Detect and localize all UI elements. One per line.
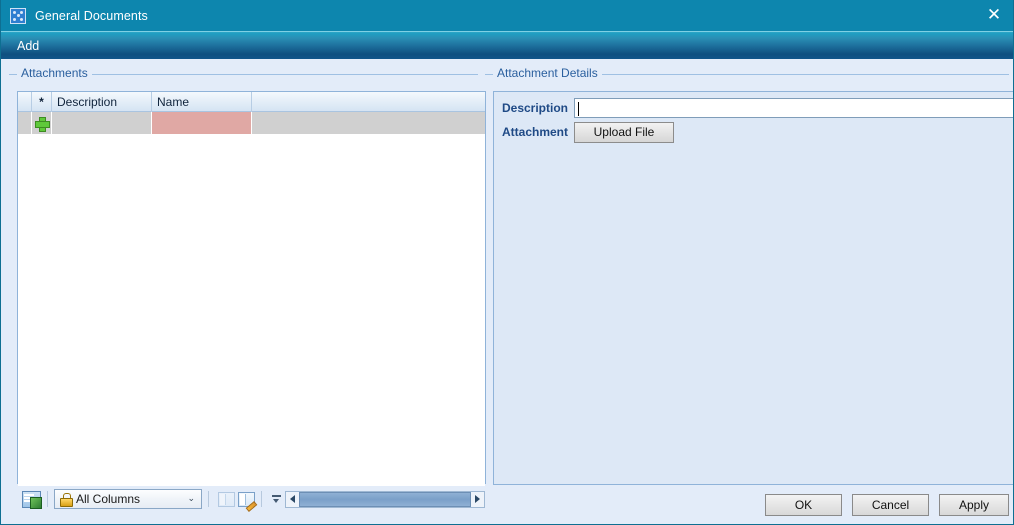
attachment-label: Attachment (501, 125, 568, 139)
description-label: Description (501, 101, 568, 115)
table-row[interactable] (18, 112, 485, 134)
apply-button[interactable]: Apply (939, 494, 1009, 516)
description-field-row: Description (499, 98, 1013, 118)
add-row-cell[interactable] (32, 112, 52, 134)
attachment-details-group: Attachment Details Description Attachmen… (485, 66, 1013, 485)
upload-file-button[interactable]: Upload File (574, 121, 674, 143)
grid-header-name[interactable]: Name (152, 92, 252, 112)
title-bar: General Documents ✕ (1, 0, 1013, 31)
row-indicator-cell (18, 112, 32, 134)
menu-item-add[interactable]: Add (9, 35, 47, 57)
ok-button[interactable]: OK (765, 494, 842, 516)
text-caret (578, 102, 579, 116)
close-icon[interactable]: ✕ (977, 0, 1011, 31)
row-cell-filler (252, 112, 485, 134)
attachment-details-legend: Attachment Details (493, 66, 602, 80)
description-input[interactable] (574, 98, 1013, 118)
dialog-content: Attachments * Description Name All Colum… (1, 59, 1013, 524)
attachments-grid[interactable]: * Description Name (17, 91, 486, 504)
row-cell-description[interactable] (52, 112, 152, 134)
menu-bar: Add (1, 31, 1013, 59)
grid-header-filler (252, 92, 485, 112)
grid-header-indicator (18, 92, 32, 112)
general-documents-dialog: General Documents ✕ Add Attachments * De… (0, 0, 1014, 525)
attachment-field-row: Attachment Upload File (499, 121, 1013, 143)
grid-header-star[interactable]: * (32, 92, 52, 112)
attachment-details-panel: Description Attachment Upload File (493, 91, 1013, 485)
attachments-legend: Attachments (17, 66, 92, 80)
window-title: General Documents (35, 8, 148, 23)
row-cell-name[interactable] (152, 112, 252, 134)
cancel-button[interactable]: Cancel (852, 494, 929, 516)
attachments-group: Attachments * Description Name All Colum… (9, 66, 486, 512)
grid-header-description[interactable]: Description (52, 92, 152, 112)
dialog-footer: OK Cancel Apply (1, 484, 1013, 524)
grid-header-row: * Description Name (18, 92, 485, 112)
grid-empty-body (18, 134, 485, 504)
app-window-icon (10, 7, 26, 24)
add-row-plus-icon[interactable] (35, 116, 50, 132)
